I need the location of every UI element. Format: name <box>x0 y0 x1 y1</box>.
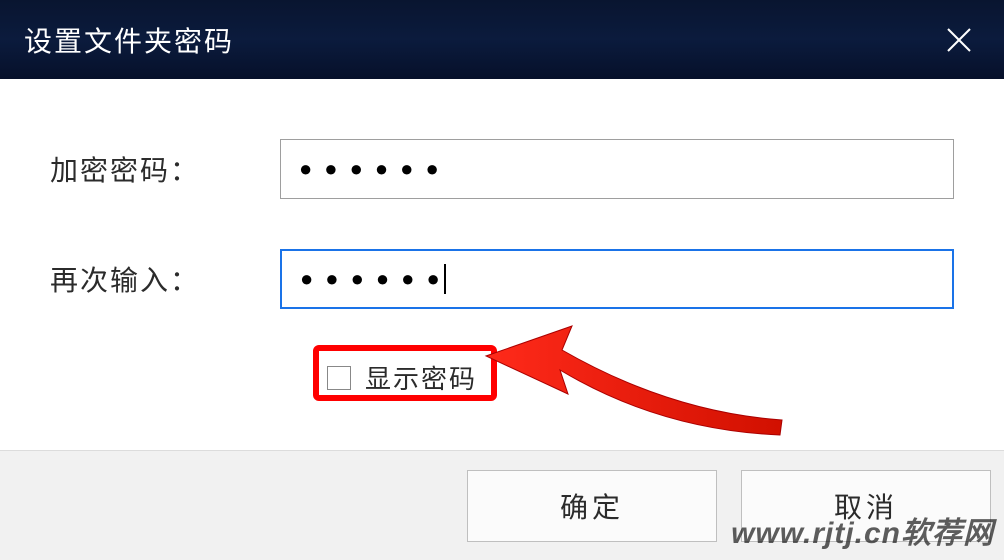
confirm-value: ●●●●●● <box>300 266 452 292</box>
password-label: 加密密码： <box>50 149 280 189</box>
password-value: ●●●●●● <box>299 156 451 182</box>
show-password-checkbox[interactable] <box>327 366 351 390</box>
show-password-row[interactable]: 显示密码 <box>327 359 954 396</box>
password-input[interactable]: ●●●●●● <box>280 139 954 199</box>
window-title: 设置文件夹密码 <box>24 20 234 60</box>
password-row: 加密密码： ●●●●●● <box>50 139 954 199</box>
dialog-content: 加密密码： ●●●●●● 再次输入： ●●●●●● 显示密码 <box>0 79 1004 450</box>
ok-button[interactable]: 确定 <box>467 470 717 542</box>
titlebar: 设置文件夹密码 <box>0 0 1004 79</box>
close-icon <box>945 26 973 54</box>
show-password-label: 显示密码 <box>365 359 477 396</box>
text-caret <box>444 264 446 294</box>
close-button[interactable] <box>938 19 980 61</box>
confirm-input[interactable]: ●●●●●● <box>280 249 954 309</box>
confirm-row: 再次输入： ●●●●●● <box>50 249 954 309</box>
confirm-label: 再次输入： <box>50 259 280 299</box>
watermark-text: www.rjtj.cn软荐网 <box>731 508 994 552</box>
